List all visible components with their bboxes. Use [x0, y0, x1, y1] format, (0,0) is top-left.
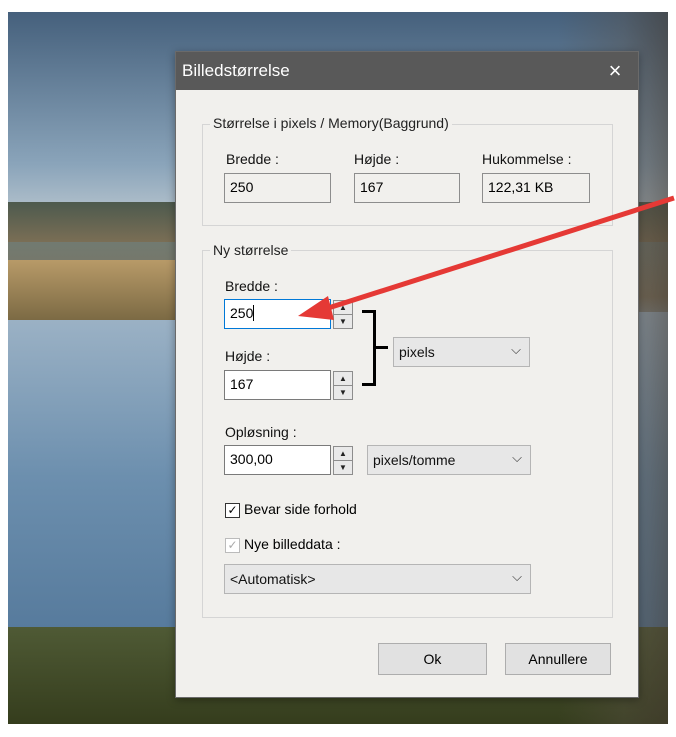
- arrow-shaft: [321, 195, 675, 313]
- annotation-arrow: [298, 195, 675, 320]
- arrow-head: [298, 296, 334, 320]
